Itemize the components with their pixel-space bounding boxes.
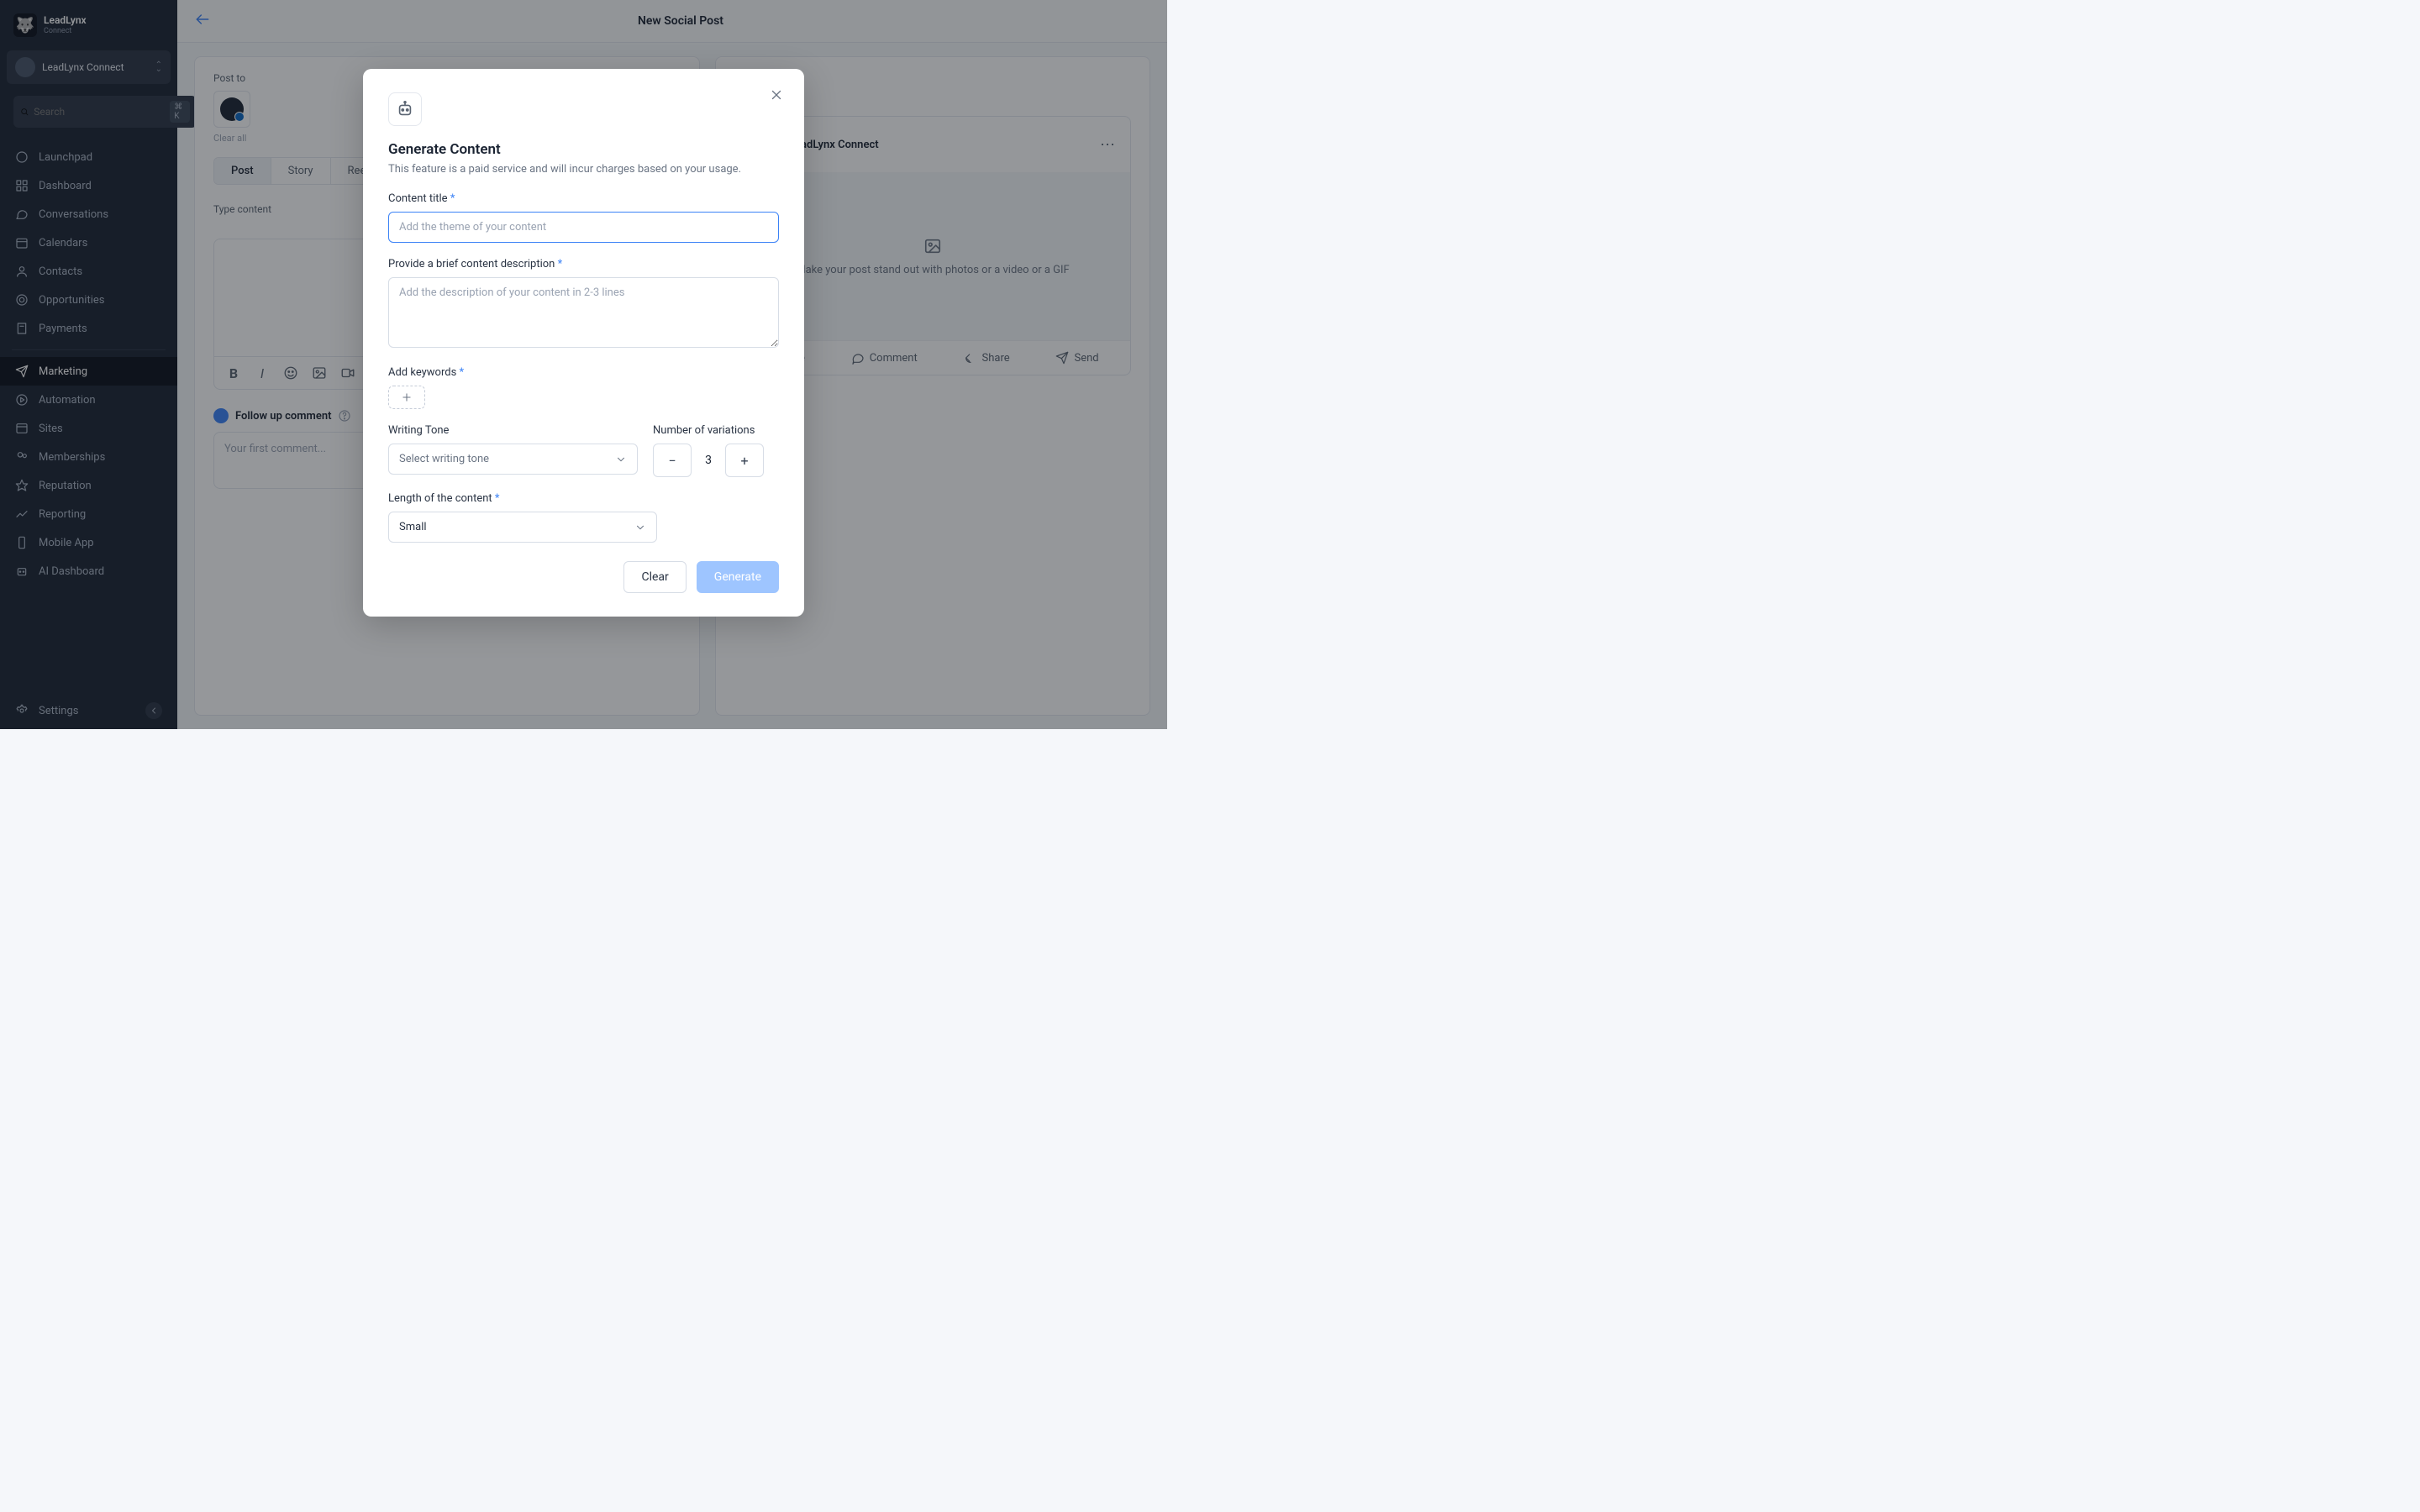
variations-stepper: − 3 + — [653, 444, 779, 477]
modal-footer: Clear Generate — [388, 561, 779, 593]
chevron-down-icon — [615, 454, 627, 465]
variations-label: Number of variations — [653, 424, 779, 437]
plus-icon — [401, 391, 413, 403]
chevron-down-icon — [634, 522, 646, 533]
generate-content-modal: Generate Content This feature is a paid … — [363, 69, 804, 617]
clear-button[interactable]: Clear — [623, 561, 686, 593]
modal-subtitle: This feature is a paid service and will … — [388, 163, 779, 176]
modal-title: Generate Content — [388, 141, 779, 158]
add-keyword-button[interactable] — [388, 386, 425, 409]
close-icon — [769, 87, 784, 102]
writing-tone-label: Writing Tone — [388, 424, 638, 437]
content-title-label: Content title * — [388, 192, 779, 205]
variations-decrement[interactable]: − — [653, 444, 692, 477]
content-title-input[interactable] — [388, 212, 779, 243]
robot-icon — [396, 100, 414, 118]
content-length-select[interactable]: Small — [388, 512, 657, 543]
variations-increment[interactable]: + — [725, 444, 764, 477]
keywords-label: Add keywords * — [388, 366, 779, 379]
content-description-label: Provide a brief content description * — [388, 258, 779, 270]
modal-icon — [388, 92, 422, 126]
writing-tone-select[interactable]: Select writing tone — [388, 444, 638, 475]
generate-button[interactable]: Generate — [697, 561, 779, 593]
modal-close-button[interactable] — [769, 87, 786, 104]
content-length-label: Length of the content * — [388, 492, 779, 505]
content-description-input[interactable] — [388, 277, 779, 348]
variations-value: 3 — [700, 454, 717, 467]
